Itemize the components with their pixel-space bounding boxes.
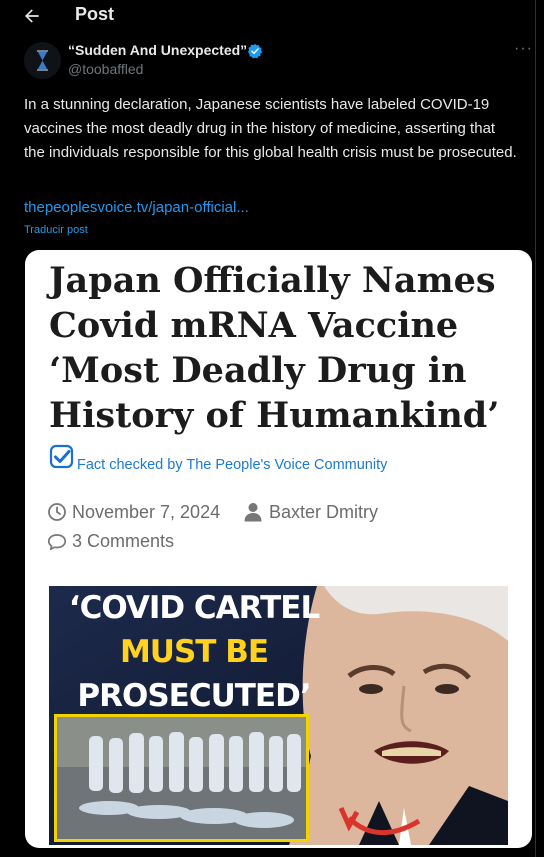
arrow-left-icon [25, 9, 39, 23]
comment-icon [47, 534, 67, 551]
article-headline: Japan Officially Names Covid mRNA Vaccin… [49, 260, 500, 436]
column-border [535, 0, 536, 857]
author-name[interactable]: “Sudden And Unexpected” [68, 42, 247, 58]
article-date: November 7, 2024 [72, 502, 221, 522]
author-handle[interactable]: @toobaffled [68, 61, 143, 77]
translate-link[interactable]: Traducir post [24, 224, 88, 236]
post-header: Post [0, 0, 535, 32]
thumbnail-text-line-2: MUST BE [119, 634, 269, 670]
article-comments: 3 Comments [72, 531, 175, 551]
fact-check-icon [49, 444, 74, 469]
fact-check-label: Fact checked by The People's Voice Commu… [77, 457, 388, 473]
article-thumbnail: ‘COVID CARTEL MUST BE PROSECUTED’ [49, 586, 508, 845]
user-icon [244, 503, 262, 522]
thumbnail-text-line-3: PROSECUTED’ [77, 678, 311, 714]
back-button[interactable] [22, 3, 46, 27]
post-text: In a stunning declaration, Japanese scie… [24, 96, 517, 161]
more-options-button[interactable]: ··· [514, 40, 533, 58]
thumbnail-text-line-1: ‘COVID CARTEL [68, 590, 320, 626]
verified-badge-icon [248, 44, 263, 59]
page-title: Post [75, 4, 115, 24]
clock-icon [48, 503, 66, 521]
link-preview-card[interactable]: Japan Officially Names Covid mRNA Vaccin… [25, 250, 532, 848]
avatar[interactable] [24, 42, 61, 79]
post-link[interactable]: thepeoplesvoice.tv/japan-official... [24, 199, 249, 216]
hourglass-icon [24, 42, 61, 79]
article-author: Baxter Dmitry [269, 502, 379, 522]
